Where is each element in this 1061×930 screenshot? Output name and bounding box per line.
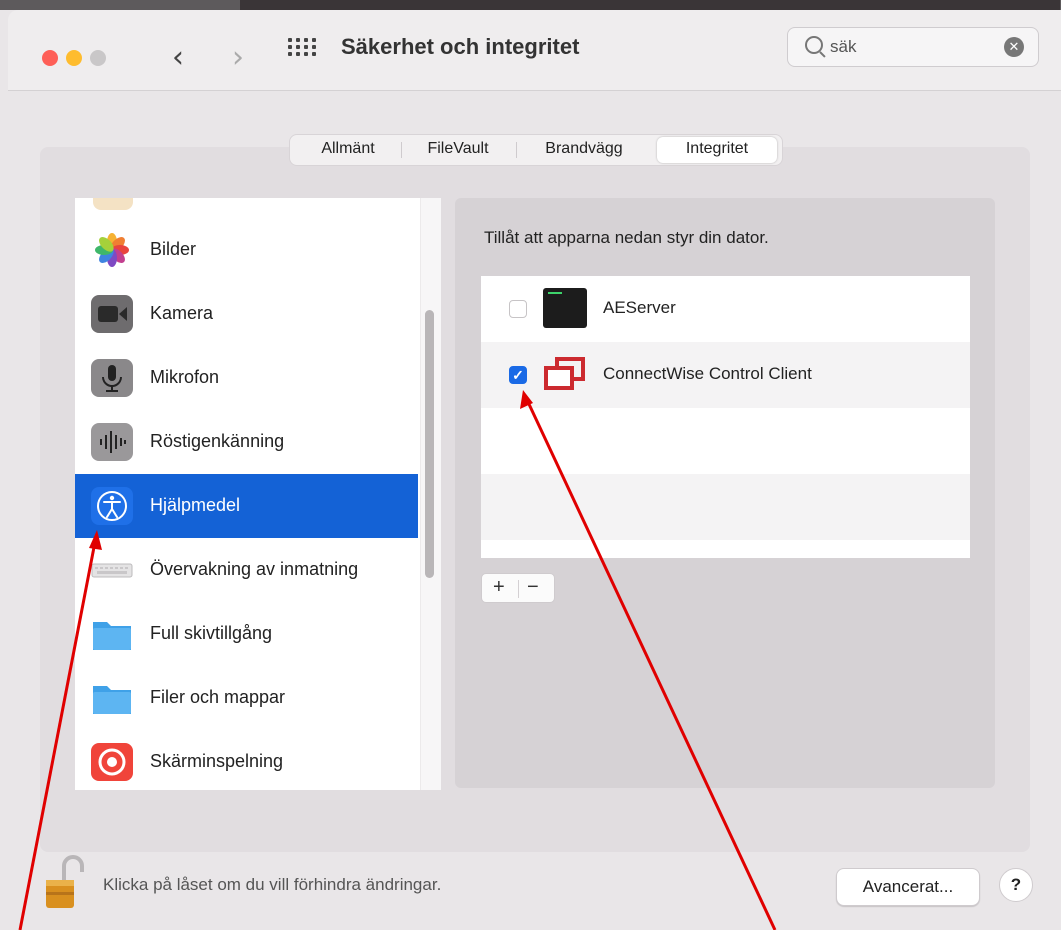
sidebar-item-label: Bilder: [150, 239, 197, 259]
lock-icon[interactable]: [42, 852, 92, 912]
sidebar-item-rostigenkanning[interactable]: Röstigenkänning: [75, 410, 418, 474]
app-checkbox-aeserver[interactable]: [509, 300, 527, 318]
search-input[interactable]: säk: [830, 37, 856, 57]
show-all-grid-icon[interactable]: [288, 38, 316, 58]
folder-icon: [91, 615, 133, 653]
terminal-app-icon: [543, 288, 587, 328]
sidebar-item-skarminspelning[interactable]: Skärminspelning: [75, 730, 418, 790]
app-row-connectwise[interactable]: ✓ ConnectWise Control Client: [481, 342, 970, 408]
add-app-button[interactable]: +: [493, 576, 505, 599]
back-button[interactable]: ‹: [172, 40, 184, 76]
sidebar-item-label: Skärminspelning: [150, 751, 284, 771]
forward-button[interactable]: ›: [232, 40, 244, 76]
sidebar-item-label: Övervakning av inmatning: [150, 559, 359, 579]
app-list[interactable]: AEServer ✓ ConnectWise Control Client: [481, 276, 970, 558]
speech-recognition-icon: [91, 423, 133, 461]
keyboard-icon: [91, 551, 133, 589]
search-icon: [805, 36, 823, 54]
connectwise-icon: [543, 356, 587, 394]
tab-integritet[interactable]: Integritet: [657, 137, 777, 163]
photos-icon: [91, 231, 133, 269]
scrollbar-thumb[interactable]: [425, 310, 434, 578]
sidebar-item-hjalpmedel[interactable]: Hjälpmedel: [75, 474, 418, 538]
remove-app-button[interactable]: −: [527, 576, 539, 599]
privacy-category-list[interactable]: Bilder Kamera Mikrofon Röstigenkänning H: [75, 198, 440, 790]
sidebar-item-kamera[interactable]: Kamera: [75, 282, 418, 346]
folder-icon: [91, 679, 133, 717]
system-preferences-window: ‹ › Säkerhet och integritet säk ✕ Allmän…: [0, 0, 1061, 930]
tab-allmant[interactable]: Allmänt: [304, 135, 392, 165]
clear-search-icon[interactable]: ✕: [1004, 37, 1024, 57]
zoom-window-button[interactable]: [90, 50, 106, 66]
search-field[interactable]: säk ✕: [787, 27, 1039, 67]
camera-icon: [91, 295, 133, 333]
window-title: Säkerhet och integritet: [341, 34, 580, 59]
accessibility-icon: [91, 487, 133, 525]
sidebar-item-filer-och-mappar[interactable]: Filer och mappar: [75, 666, 418, 730]
empty-row: [481, 474, 970, 540]
empty-row: [481, 408, 970, 474]
sidebar-item-label: Hjälpmedel: [150, 495, 241, 515]
description-text: Tillåt att apparna nedan styr din dator.: [484, 228, 769, 247]
sidebar-item-label: Röstigenkänning: [150, 431, 285, 451]
tab-bar: Allmänt FileVault Brandvägg Integritet: [289, 134, 783, 166]
app-name: AEServer: [603, 298, 676, 317]
screen-recording-icon: [91, 743, 133, 781]
desktop-strip: [0, 0, 1061, 10]
tab-filevault[interactable]: FileVault: [410, 135, 506, 165]
lock-instruction-text: Klicka på låset om du vill förhindra änd…: [103, 875, 442, 894]
close-window-button[interactable]: [42, 50, 58, 66]
app-checkbox-connectwise[interactable]: ✓: [509, 366, 527, 384]
sidebar-item-label: Filer och mappar: [150, 687, 286, 707]
sidebar-item-label: Kamera: [150, 303, 214, 323]
sidebar-item-bilder[interactable]: Bilder: [75, 218, 418, 282]
title-bar: ‹ › Säkerhet och integritet säk ✕: [8, 10, 1061, 91]
add-remove-control: + −: [481, 573, 555, 603]
sidebar-item-full-skivtillgang[interactable]: Full skivtillgång: [75, 602, 418, 666]
sidebar-item-mikrofon[interactable]: Mikrofon: [75, 346, 418, 410]
help-button[interactable]: ?: [999, 868, 1033, 902]
advanced-button[interactable]: Avancerat...: [836, 868, 980, 906]
sidebar-item-overvakning[interactable]: Övervakning av inmatning: [75, 538, 418, 602]
partial-list-item: [93, 198, 133, 210]
app-row-aeserver[interactable]: AEServer: [481, 276, 970, 342]
app-name: ConnectWise Control Client: [603, 364, 812, 383]
microphone-icon: [91, 359, 133, 397]
tab-brandvagg[interactable]: Brandvägg: [525, 135, 643, 165]
sidebar-item-label: Full skivtillgång: [150, 623, 273, 643]
sidebar-item-label: Mikrofon: [150, 367, 220, 387]
minimize-window-button[interactable]: [66, 50, 82, 66]
